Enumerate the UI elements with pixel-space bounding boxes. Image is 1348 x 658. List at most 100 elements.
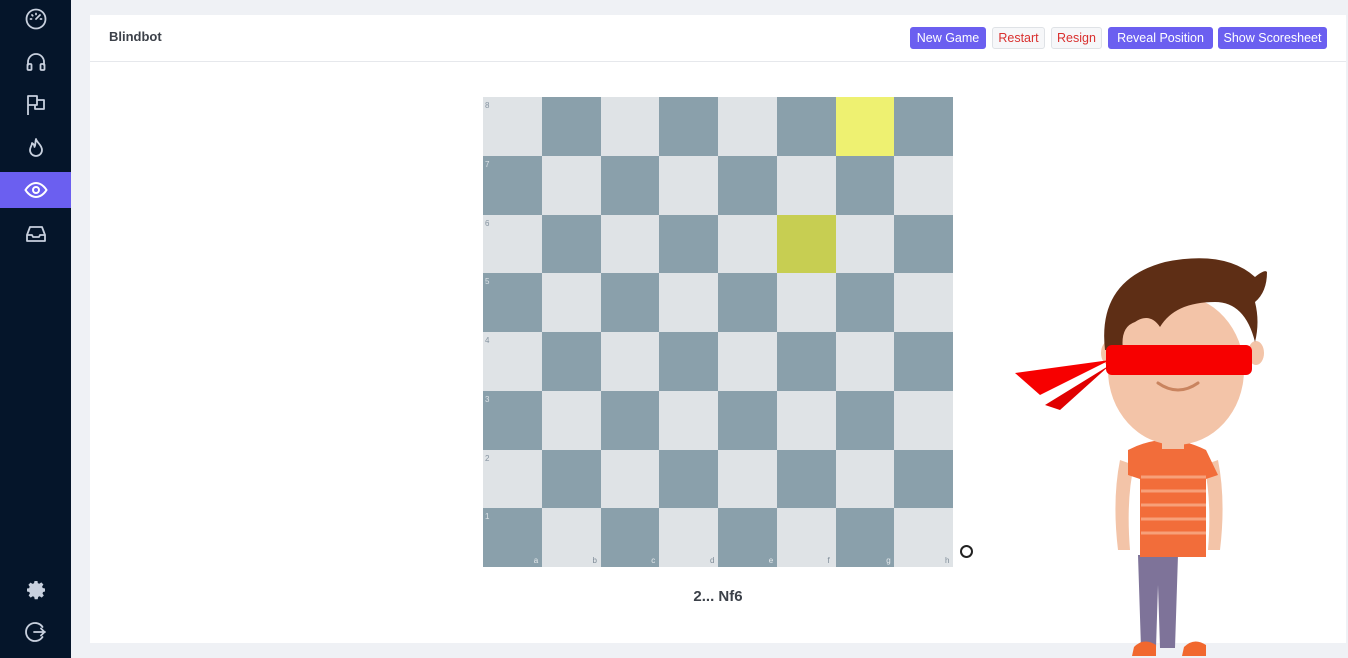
board-square-g6[interactable]	[835, 214, 895, 274]
restart-button[interactable]: Restart	[992, 27, 1045, 49]
board-square-e2[interactable]	[718, 449, 777, 509]
board-square-f6[interactable]	[776, 214, 836, 274]
sidebar-item-logout[interactable]	[0, 614, 71, 650]
sidebar-item-inbox[interactable]	[0, 216, 71, 252]
board-square-e4[interactable]	[718, 332, 777, 391]
board-square-c5[interactable]	[600, 273, 660, 333]
board-square-b2[interactable]	[541, 449, 601, 509]
board-square-b4[interactable]	[541, 332, 601, 391]
file-label: e	[768, 556, 774, 565]
board-square-c4[interactable]	[600, 332, 660, 391]
board-square-d4[interactable]	[659, 332, 719, 391]
sidebar-item-audio[interactable]	[0, 44, 71, 80]
board-square-f2[interactable]	[776, 449, 836, 509]
board-square-a2[interactable]	[483, 449, 542, 509]
board-square-e8[interactable]	[718, 97, 777, 156]
board-square-h8[interactable]	[894, 97, 954, 156]
board-square-d2[interactable]	[659, 449, 719, 509]
panel-header: Blindbot New Game Restart Resign Reveal …	[90, 15, 1346, 62]
board-square-f8[interactable]	[776, 97, 836, 156]
last-move-text: 2... Nf6	[693, 588, 743, 605]
rank-label: 2	[485, 453, 490, 463]
new-game-button[interactable]: New Game	[910, 27, 986, 49]
board-square-e7[interactable]	[718, 155, 777, 215]
file-label: a	[533, 556, 539, 565]
board-square-c7[interactable]	[600, 155, 660, 215]
file-label: g	[886, 556, 891, 565]
board-square-a3[interactable]	[483, 390, 542, 450]
board-square-h7[interactable]	[894, 155, 954, 215]
board-square-h3[interactable]	[894, 390, 954, 450]
board-square-f4[interactable]	[776, 332, 836, 391]
board-square-f3[interactable]	[776, 390, 836, 450]
board-square-e5[interactable]	[718, 273, 777, 333]
eye-icon	[23, 181, 48, 199]
board-square-h4[interactable]	[894, 332, 954, 391]
file-label: h	[945, 556, 950, 565]
rank-label: 5	[485, 277, 490, 287]
sidebar-item-dashboard[interactable]	[0, 1, 71, 37]
board-square-g3[interactable]	[835, 390, 895, 450]
inbox-icon	[25, 226, 46, 242]
board-square-c6[interactable]	[600, 214, 660, 274]
logout-icon	[24, 622, 46, 642]
blindfolded-boy-illustration	[1015, 258, 1267, 656]
board-square-d3[interactable]	[659, 390, 719, 450]
rank-label: 8	[485, 101, 490, 110]
sidebar-item-flags[interactable]	[0, 87, 71, 123]
file-label: d	[710, 556, 715, 565]
resign-button[interactable]: Resign	[1051, 27, 1102, 49]
board-square-e6[interactable]	[718, 214, 777, 274]
board-square-g8[interactable]	[835, 97, 895, 156]
rank-label: 4	[485, 336, 490, 345]
board-square-f5[interactable]	[776, 273, 836, 333]
rank-label: 3	[485, 394, 490, 404]
board-square-g5[interactable]	[835, 273, 895, 333]
page-title: Blindbot	[109, 29, 162, 44]
turn-indicator-icon	[960, 545, 973, 558]
file-label: b	[592, 556, 597, 565]
board-square-h6[interactable]	[894, 214, 954, 274]
reveal-position-button[interactable]: Reveal Position	[1108, 27, 1213, 49]
board-square-g7[interactable]	[835, 155, 895, 215]
gear-icon	[26, 581, 45, 600]
board-square-a5[interactable]	[483, 273, 542, 333]
board-square-d5[interactable]	[659, 273, 719, 333]
board-square-a6[interactable]	[483, 214, 542, 274]
rank-label: 7	[485, 159, 490, 169]
board-square-h2[interactable]	[894, 449, 954, 509]
board-square-c3[interactable]	[600, 390, 660, 450]
board-square-b3[interactable]	[541, 390, 601, 450]
sidebar-item-settings[interactable]	[0, 572, 71, 608]
speedometer-icon	[25, 8, 46, 30]
board-square-g4[interactable]	[835, 332, 895, 391]
show-scoresheet-button[interactable]: Show Scoresheet	[1218, 27, 1327, 49]
file-label: c	[651, 556, 656, 565]
rank-label: 1	[485, 512, 490, 522]
flags-icon	[26, 95, 45, 115]
board-square-a8[interactable]	[483, 97, 542, 156]
board-square-d6[interactable]	[659, 214, 719, 274]
board-square-b7[interactable]	[541, 155, 601, 215]
board-square-d8[interactable]	[659, 97, 719, 156]
board-square-c2[interactable]	[600, 449, 660, 509]
board-square-c8[interactable]	[600, 97, 660, 156]
file-label: f	[827, 556, 830, 565]
board-square-g2[interactable]	[835, 449, 895, 509]
chessboard[interactable]: 8 7 6 5 4 3 2 1 a b c d e f g h	[483, 97, 954, 568]
headphones-icon	[26, 53, 45, 71]
board-square-a4[interactable]	[483, 332, 542, 391]
rank-label: 6	[485, 218, 490, 228]
board-square-b5[interactable]	[541, 273, 601, 333]
flame-icon	[28, 138, 43, 157]
sidebar-item-hot[interactable]	[0, 130, 71, 166]
sidebar	[0, 0, 71, 658]
sidebar-item-blindbot[interactable]	[0, 172, 71, 208]
board-square-d7[interactable]	[659, 155, 719, 215]
board-square-e3[interactable]	[718, 390, 777, 450]
board-square-a7[interactable]	[483, 155, 542, 215]
board-square-b6[interactable]	[541, 214, 601, 274]
board-square-f7[interactable]	[776, 155, 836, 215]
board-square-h5[interactable]	[894, 273, 954, 333]
board-square-b8[interactable]	[541, 97, 601, 156]
